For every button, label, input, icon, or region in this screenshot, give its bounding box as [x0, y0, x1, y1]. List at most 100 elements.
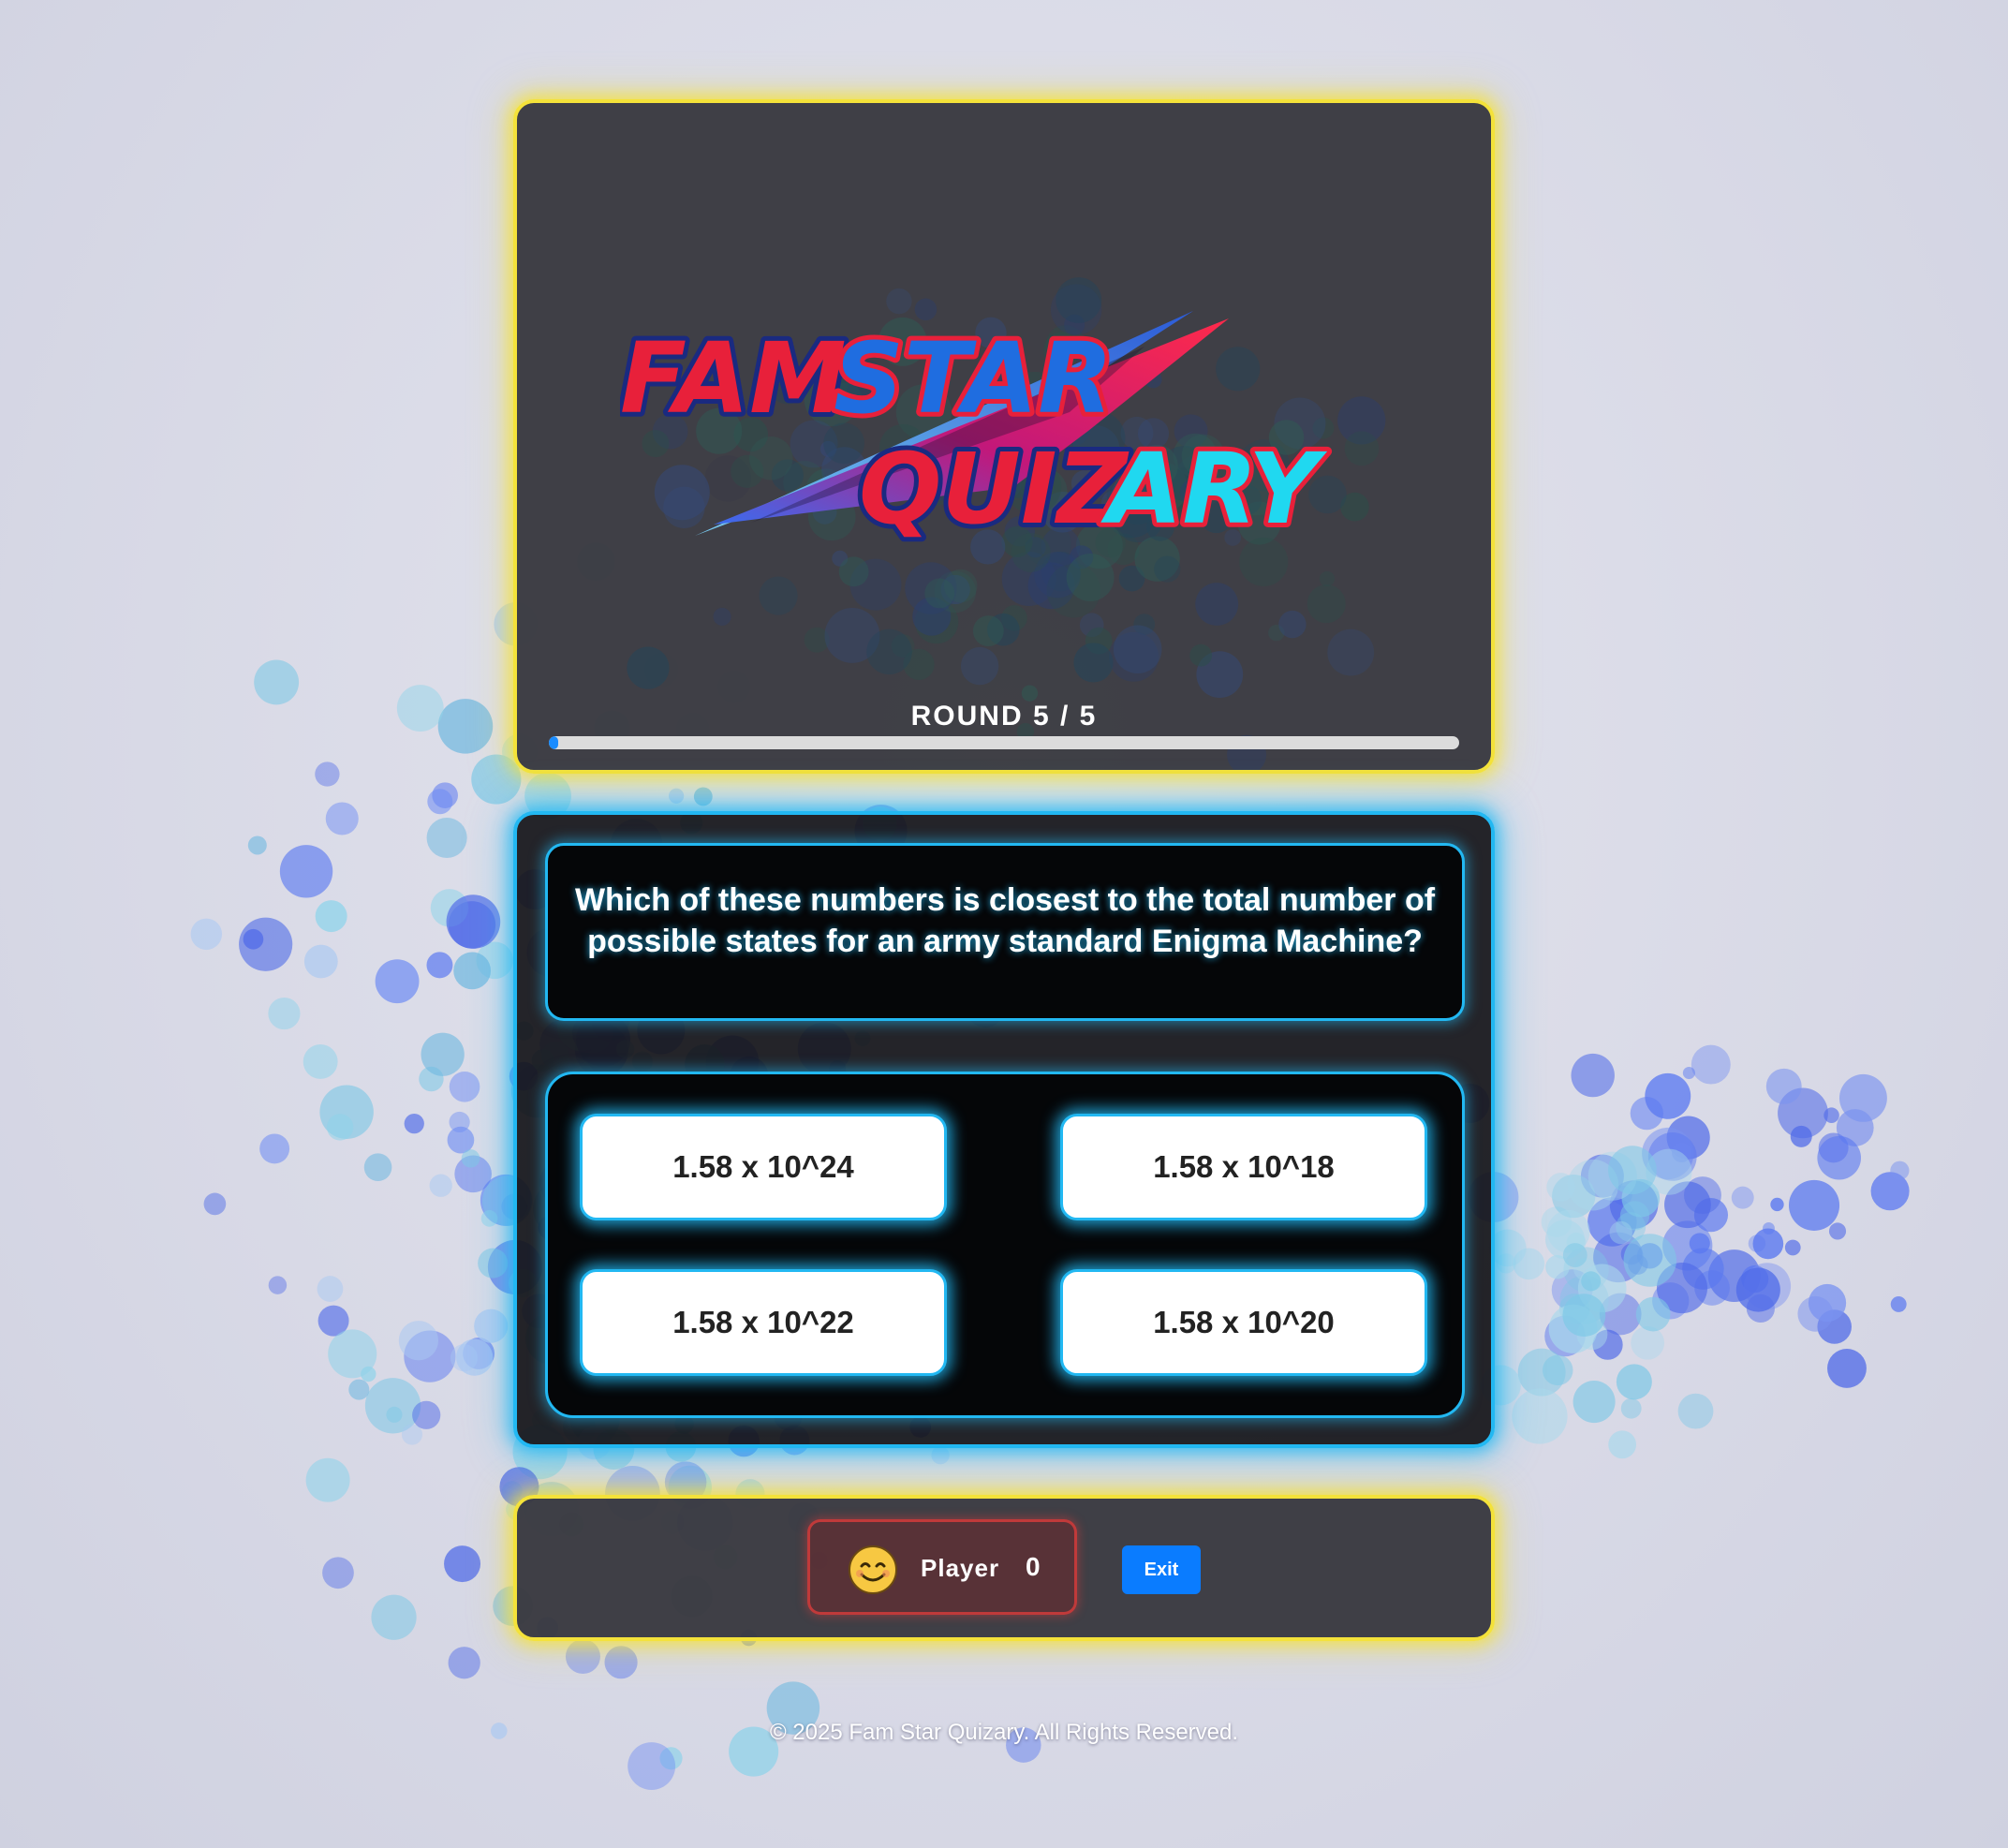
bubble — [1652, 1282, 1690, 1320]
bubble — [1546, 1173, 1575, 1202]
bubble — [1512, 1388, 1568, 1444]
bubble — [480, 1210, 498, 1227]
smiling-face-icon — [849, 1545, 897, 1594]
bubble — [1581, 1271, 1602, 1292]
logo-text-quiz: QUIZ — [859, 432, 1130, 546]
bubble — [659, 1747, 683, 1770]
bubble — [419, 1066, 444, 1092]
bubble — [1797, 1295, 1834, 1332]
bubble — [1677, 1393, 1714, 1429]
bubble — [1694, 1270, 1730, 1306]
exit-button[interactable]: Exit — [1122, 1545, 1201, 1594]
round-progress-bar — [549, 736, 1459, 749]
round-indicator: ROUND 5 / 5 — [910, 701, 1098, 732]
bubble — [239, 917, 293, 971]
bubble — [1870, 1172, 1910, 1211]
bubble — [426, 817, 467, 859]
bubble — [317, 1305, 349, 1337]
answer-button-1[interactable]: 1.58 x 10^24 — [580, 1114, 947, 1220]
bubble — [1612, 1185, 1632, 1205]
bubble — [430, 889, 469, 927]
bubble — [476, 941, 514, 980]
bubble — [1790, 1125, 1812, 1147]
bubble — [1621, 1178, 1661, 1218]
bubble — [1616, 1364, 1652, 1400]
bubble — [456, 1338, 494, 1376]
bubble — [1563, 1247, 1609, 1293]
bubble — [322, 1557, 354, 1589]
bubble — [1562, 1294, 1606, 1338]
bubble — [448, 1647, 480, 1679]
bubble — [450, 1343, 479, 1372]
bubble — [1562, 1243, 1587, 1267]
bubble — [1689, 1233, 1710, 1254]
bubble — [453, 952, 492, 990]
bubble — [461, 1149, 480, 1168]
bubble — [203, 1192, 227, 1216]
bubble — [1545, 1254, 1570, 1279]
bubble — [364, 1378, 421, 1434]
bubble — [1646, 1148, 1692, 1195]
bubble — [1828, 1222, 1847, 1240]
bubble — [1735, 1267, 1780, 1312]
bubble — [1691, 1044, 1731, 1085]
bubble — [1608, 1430, 1637, 1459]
bubble — [268, 997, 301, 1030]
bubble — [243, 928, 264, 950]
answer-button-3[interactable]: 1.58 x 10^22 — [580, 1269, 947, 1376]
logo-text-ary: ARY — [1100, 432, 1328, 546]
bubble — [348, 1379, 370, 1400]
bubble — [305, 1457, 350, 1502]
bubble — [325, 802, 359, 835]
bubble — [1817, 1309, 1852, 1344]
bubble — [1542, 1354, 1573, 1386]
bubble — [401, 1424, 423, 1445]
answer-button-4[interactable]: 1.58 x 10^20 — [1060, 1269, 1427, 1376]
logo-text-star: STAR — [834, 321, 1113, 436]
bubble — [1558, 1294, 1590, 1324]
bubble — [1770, 1197, 1784, 1212]
bubble — [1559, 1275, 1609, 1324]
round-progress-fill — [549, 736, 558, 749]
bubble — [1666, 1116, 1710, 1160]
bubble — [432, 782, 458, 808]
logo-text-fam: FAM — [620, 321, 847, 436]
game-header-panel: FAM STAR QUIZ ARY ROUND 5 / 5 — [513, 99, 1495, 774]
bubble — [1623, 1234, 1677, 1287]
bubble — [1642, 1127, 1694, 1180]
bubble — [1619, 1201, 1650, 1231]
bubble — [1741, 1265, 1769, 1294]
bubble — [1608, 1146, 1657, 1195]
bubble — [1587, 1197, 1637, 1247]
bubble — [1823, 1107, 1839, 1123]
bubble — [386, 1406, 403, 1423]
player-name: Player — [921, 1554, 1000, 1582]
bubble — [1609, 1220, 1632, 1245]
bubble — [454, 1155, 492, 1193]
bubble — [1189, 643, 1213, 667]
bubble — [1743, 1263, 1792, 1310]
bubble — [254, 659, 300, 705]
bubble — [478, 1248, 509, 1279]
bubble — [317, 1276, 344, 1302]
bubble — [1765, 1068, 1802, 1104]
bubble — [1544, 1220, 1586, 1260]
question-panel: Which of these numbers is closest to the… — [513, 811, 1495, 1448]
bubble — [1517, 1348, 1566, 1397]
bubble — [268, 1276, 288, 1294]
bubble — [931, 1446, 950, 1465]
bubble — [1609, 1180, 1659, 1229]
bubble — [421, 1032, 465, 1076]
bubble — [1682, 1066, 1695, 1080]
bubble — [1671, 1143, 1691, 1163]
answer-button-2[interactable]: 1.58 x 10^18 — [1060, 1114, 1427, 1220]
bubble — [303, 944, 338, 979]
bubble — [398, 1321, 439, 1361]
bubble — [1838, 1073, 1887, 1122]
bubble — [1566, 1232, 1587, 1252]
bubble — [1592, 1329, 1623, 1360]
bubble — [404, 1113, 424, 1134]
bubble — [1636, 1243, 1663, 1269]
bubble — [1552, 1174, 1596, 1219]
bubble — [1327, 628, 1375, 676]
